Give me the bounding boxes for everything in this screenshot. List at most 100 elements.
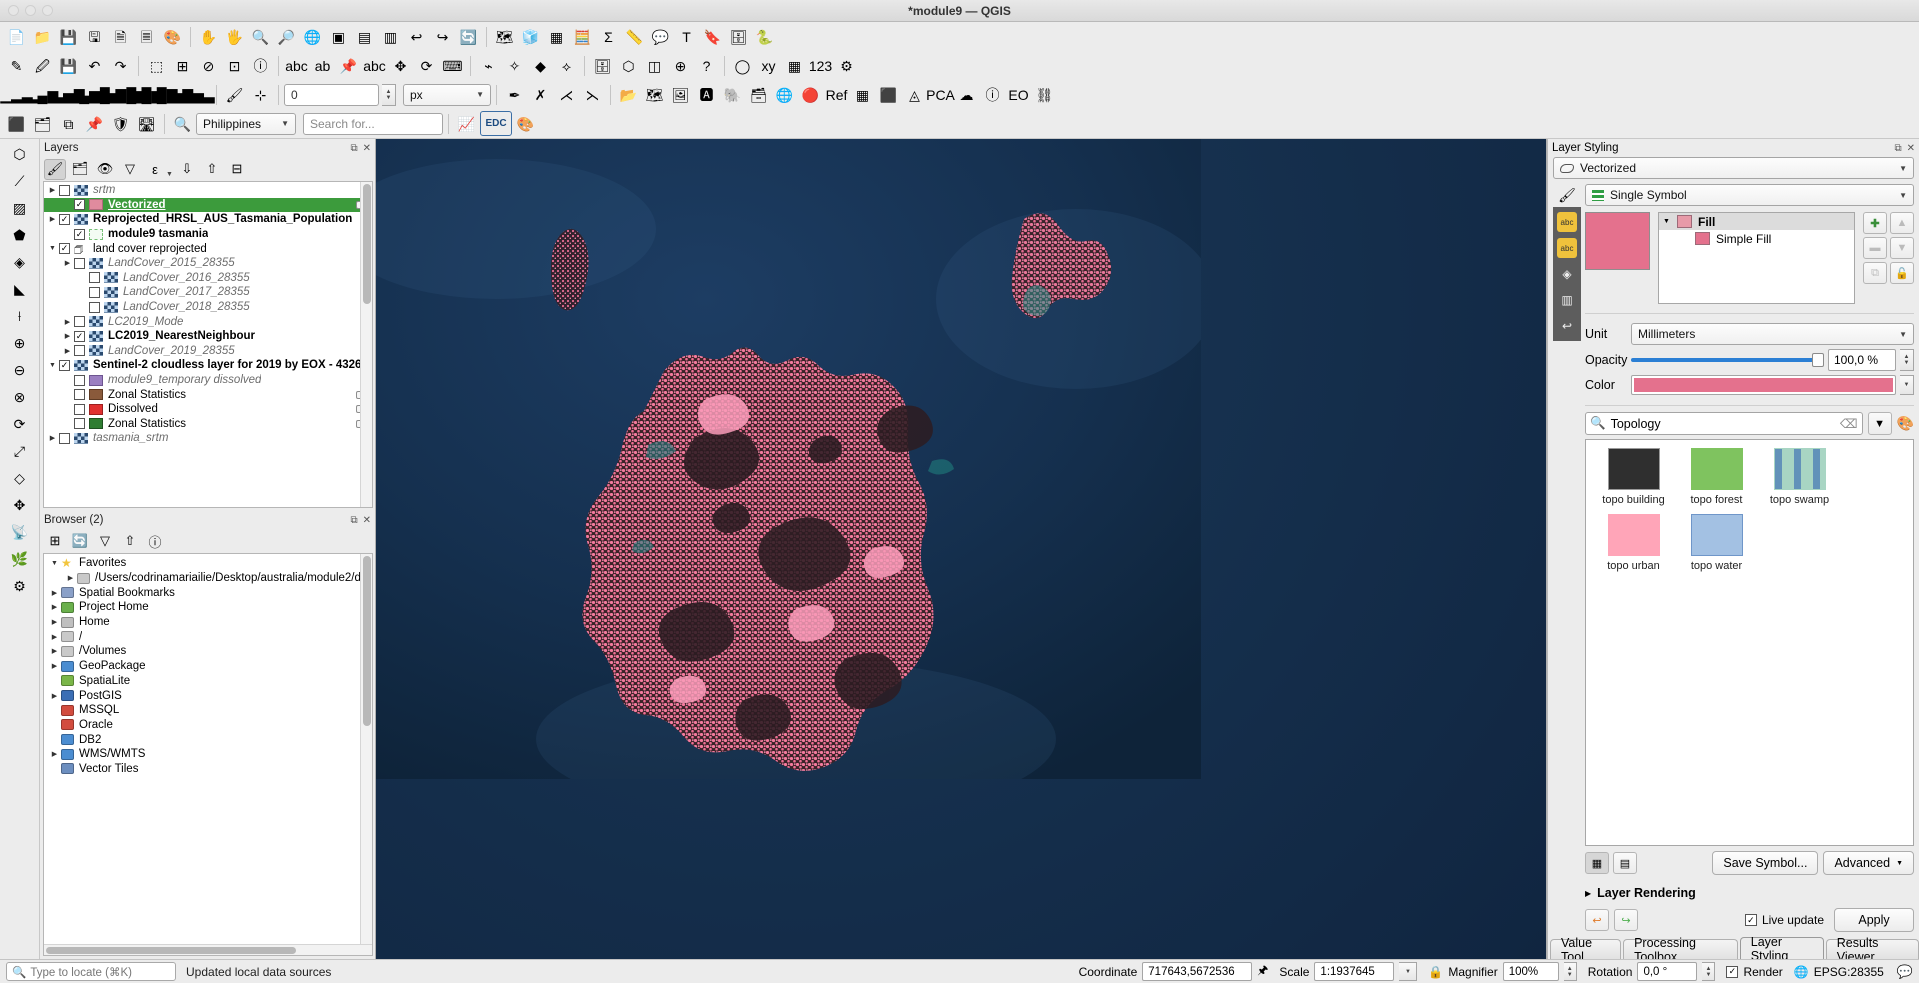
info-plugin-icon[interactable]: ⓘ (980, 82, 1005, 107)
icon-view-button[interactable]: ▦ (1585, 852, 1609, 874)
move-feature-icon[interactable]: ✥ (7, 492, 32, 517)
expander-icon[interactable]: ▼ (48, 560, 61, 567)
labels-icon[interactable]: abc (1557, 212, 1577, 232)
list-view-button[interactable]: ▤ (1613, 852, 1637, 874)
add-wms-icon[interactable]: Ref (824, 82, 849, 107)
browser-hscrollbar[interactable] (44, 944, 372, 955)
topology-checker-icon[interactable]: ⬡ (616, 53, 641, 78)
browser-vscrollbar[interactable] (360, 554, 372, 944)
edc-button[interactable]: EDC (480, 111, 512, 136)
filter-legend-icon[interactable]: ▽ (119, 159, 141, 180)
rotation-value[interactable]: 0,0 ° (1637, 962, 1698, 981)
link-plugin-icon[interactable]: ⛓ (1032, 82, 1057, 107)
render-checkbox[interactable]: ✓ (1726, 965, 1739, 978)
snap-tolerance-stepper[interactable]: ▲ ▼ (382, 83, 396, 106)
pan-selection-icon[interactable]: 🖐 (222, 24, 247, 49)
layers-scrollbar[interactable] (360, 182, 372, 507)
magnifier-plugin-icon[interactable]: EO (1006, 82, 1031, 107)
manage-visibility-icon[interactable]: 👁 (94, 159, 116, 180)
layer-row[interactable]: Zonal Statistics (44, 417, 372, 432)
layer-visibility-checkbox[interactable]: ✓ (74, 228, 85, 240)
browser-panel-close-icon[interactable]: ✕ (363, 515, 371, 526)
highlight-labels-icon[interactable]: abc (362, 53, 387, 78)
expander-icon[interactable]: ▶ (61, 318, 74, 326)
zoom-layer-icon[interactable]: ▤ (352, 24, 377, 49)
symbology-icon[interactable]: 🖌 (1558, 184, 1576, 207)
layer-row[interactable]: ✓ Vectorized (44, 197, 372, 213)
add-group-icon[interactable]: 🗂 (69, 159, 91, 180)
undo-icon[interactable]: ↶ (82, 53, 107, 78)
text-annotation-icon[interactable]: T (674, 24, 699, 49)
expander-icon[interactable]: ▶ (48, 750, 61, 758)
new-3d-view-icon[interactable]: 🧊 (518, 24, 543, 49)
topological-edit-icon[interactable]: ⋌ (554, 82, 579, 107)
crs-label[interactable]: EPSG:28355 (1814, 965, 1884, 979)
split-feature-icon[interactable]: ⟊ (7, 303, 32, 328)
layer-rendering-section[interactable]: Layer Rendering (1597, 886, 1696, 900)
masks-icon[interactable]: abc (1557, 238, 1577, 258)
map-tips-icon[interactable]: 💬 (648, 24, 673, 49)
opacity-slider[interactable] (1631, 353, 1824, 367)
symbol-gallery-item[interactable]: topo building (1592, 448, 1675, 506)
expander-icon[interactable]: ▶ (61, 332, 74, 340)
layers-panel-float-icon[interactable]: ⧉ (350, 143, 357, 154)
geometry-checker-icon[interactable]: ◫ (642, 53, 667, 78)
scale-dropdown-icon[interactable]: ▼ (1399, 962, 1418, 981)
database-icon[interactable]: 🗄 (590, 53, 615, 78)
graph-icon[interactable]: ▅▇█ (105, 82, 136, 107)
add-raster-layer-icon[interactable]: 🖼 (668, 82, 693, 107)
vertex-tool-icon[interactable]: ⌁ (476, 53, 501, 78)
numeric-icon[interactable]: 123 (808, 53, 833, 78)
browser-row[interactable]: ▶ / (44, 629, 372, 644)
layer-visibility-checkbox[interactable]: ✓ (74, 199, 85, 211)
layer-visibility-checkbox[interactable] (59, 432, 70, 444)
layout-manager-icon[interactable]: 🗎 (108, 24, 133, 49)
current-edits-icon[interactable]: ✎ (4, 53, 29, 78)
save-project-icon[interactable]: 💾 (56, 24, 81, 49)
symbol-gallery-item[interactable]: topo swamp (1758, 448, 1841, 506)
identify-icon[interactable]: ⓘ (248, 53, 273, 78)
zoom-last-icon[interactable]: ↩ (404, 24, 429, 49)
save-as-icon[interactable]: 🖫 (82, 24, 107, 49)
enable-tracing-icon[interactable]: ✒ (502, 82, 527, 107)
plugins-icon[interactable]: ⚙ (834, 53, 859, 78)
plugin-search-input[interactable]: Search for... (303, 112, 443, 135)
select-by-value-icon[interactable]: ⊞ (170, 53, 195, 78)
merge-feature-icon[interactable]: ⊕ (7, 330, 32, 355)
rotation-stepper[interactable]: ▲ ▼ (1702, 962, 1716, 981)
layers-tree[interactable]: ▶ srtm ✓ Vectorized ▶ ✓ Reprojected_HRSL_AUS_T… (43, 181, 373, 508)
layer-visibility-checkbox[interactable]: ✓ (59, 243, 70, 255)
measure-icon[interactable]: 📏 (622, 24, 647, 49)
expander-icon[interactable]: ▼ (1663, 218, 1675, 225)
multipart-icon[interactable]: ◆ (528, 53, 553, 78)
browser-row[interactable]: MSSQL (44, 703, 372, 718)
layer-row[interactable]: ▼ ✓ 🗇 land cover reprojected (44, 241, 372, 257)
crs-icon[interactable]: 🌐 (1794, 965, 1809, 979)
browser-properties-icon[interactable]: ⓘ (144, 531, 166, 552)
browser-row[interactable]: ▶ WMS/WMTS (44, 747, 372, 762)
save-layer-edits-icon[interactable]: 💾 (56, 53, 81, 78)
layer-row[interactable]: ▶ LandCover_2019_28355 (44, 344, 372, 359)
add-wfs-icon[interactable]: ⬛ (876, 82, 901, 107)
python-console-icon[interactable]: 🐍 (752, 24, 777, 49)
expander-icon[interactable]: ▶ (48, 589, 61, 597)
series-icon[interactable]: ▇▅▃ (182, 82, 214, 107)
layer-visibility-checkbox[interactable]: ✓ (59, 359, 70, 371)
rotate-label-icon[interactable]: ⟳ (414, 53, 439, 78)
layer-visibility-checkbox[interactable] (74, 345, 85, 357)
expression-filter-icon[interactable]: ε (144, 159, 166, 180)
expander-icon[interactable]: ▶ (48, 662, 61, 670)
symbol-filter-dropdown[interactable]: ▼ (1867, 412, 1892, 435)
browser-tree[interactable]: ▼ ★ Favorites ▶/Users/codrinamariailie/Desk… (43, 553, 373, 956)
layer-row[interactable]: LandCover_2018_28355 (44, 300, 372, 315)
search-icon[interactable]: 🔍 (170, 111, 195, 136)
raster-calculator-icon[interactable]: ▦ (782, 53, 807, 78)
line-chart-icon[interactable]: 📈 (454, 111, 479, 136)
layer-visibility-checkbox[interactable]: ✓ (74, 330, 85, 342)
browser-row[interactable]: ▶ PostGIS (44, 688, 372, 703)
opacity-value[interactable]: 100,0 % (1828, 349, 1896, 371)
deselect-icon[interactable]: ⊘ (196, 53, 221, 78)
pin-labels-icon[interactable]: 📌 (336, 53, 361, 78)
symbol-gallery-item[interactable]: topo water (1675, 514, 1758, 572)
layers-panel-close-icon[interactable]: ✕ (363, 143, 371, 154)
